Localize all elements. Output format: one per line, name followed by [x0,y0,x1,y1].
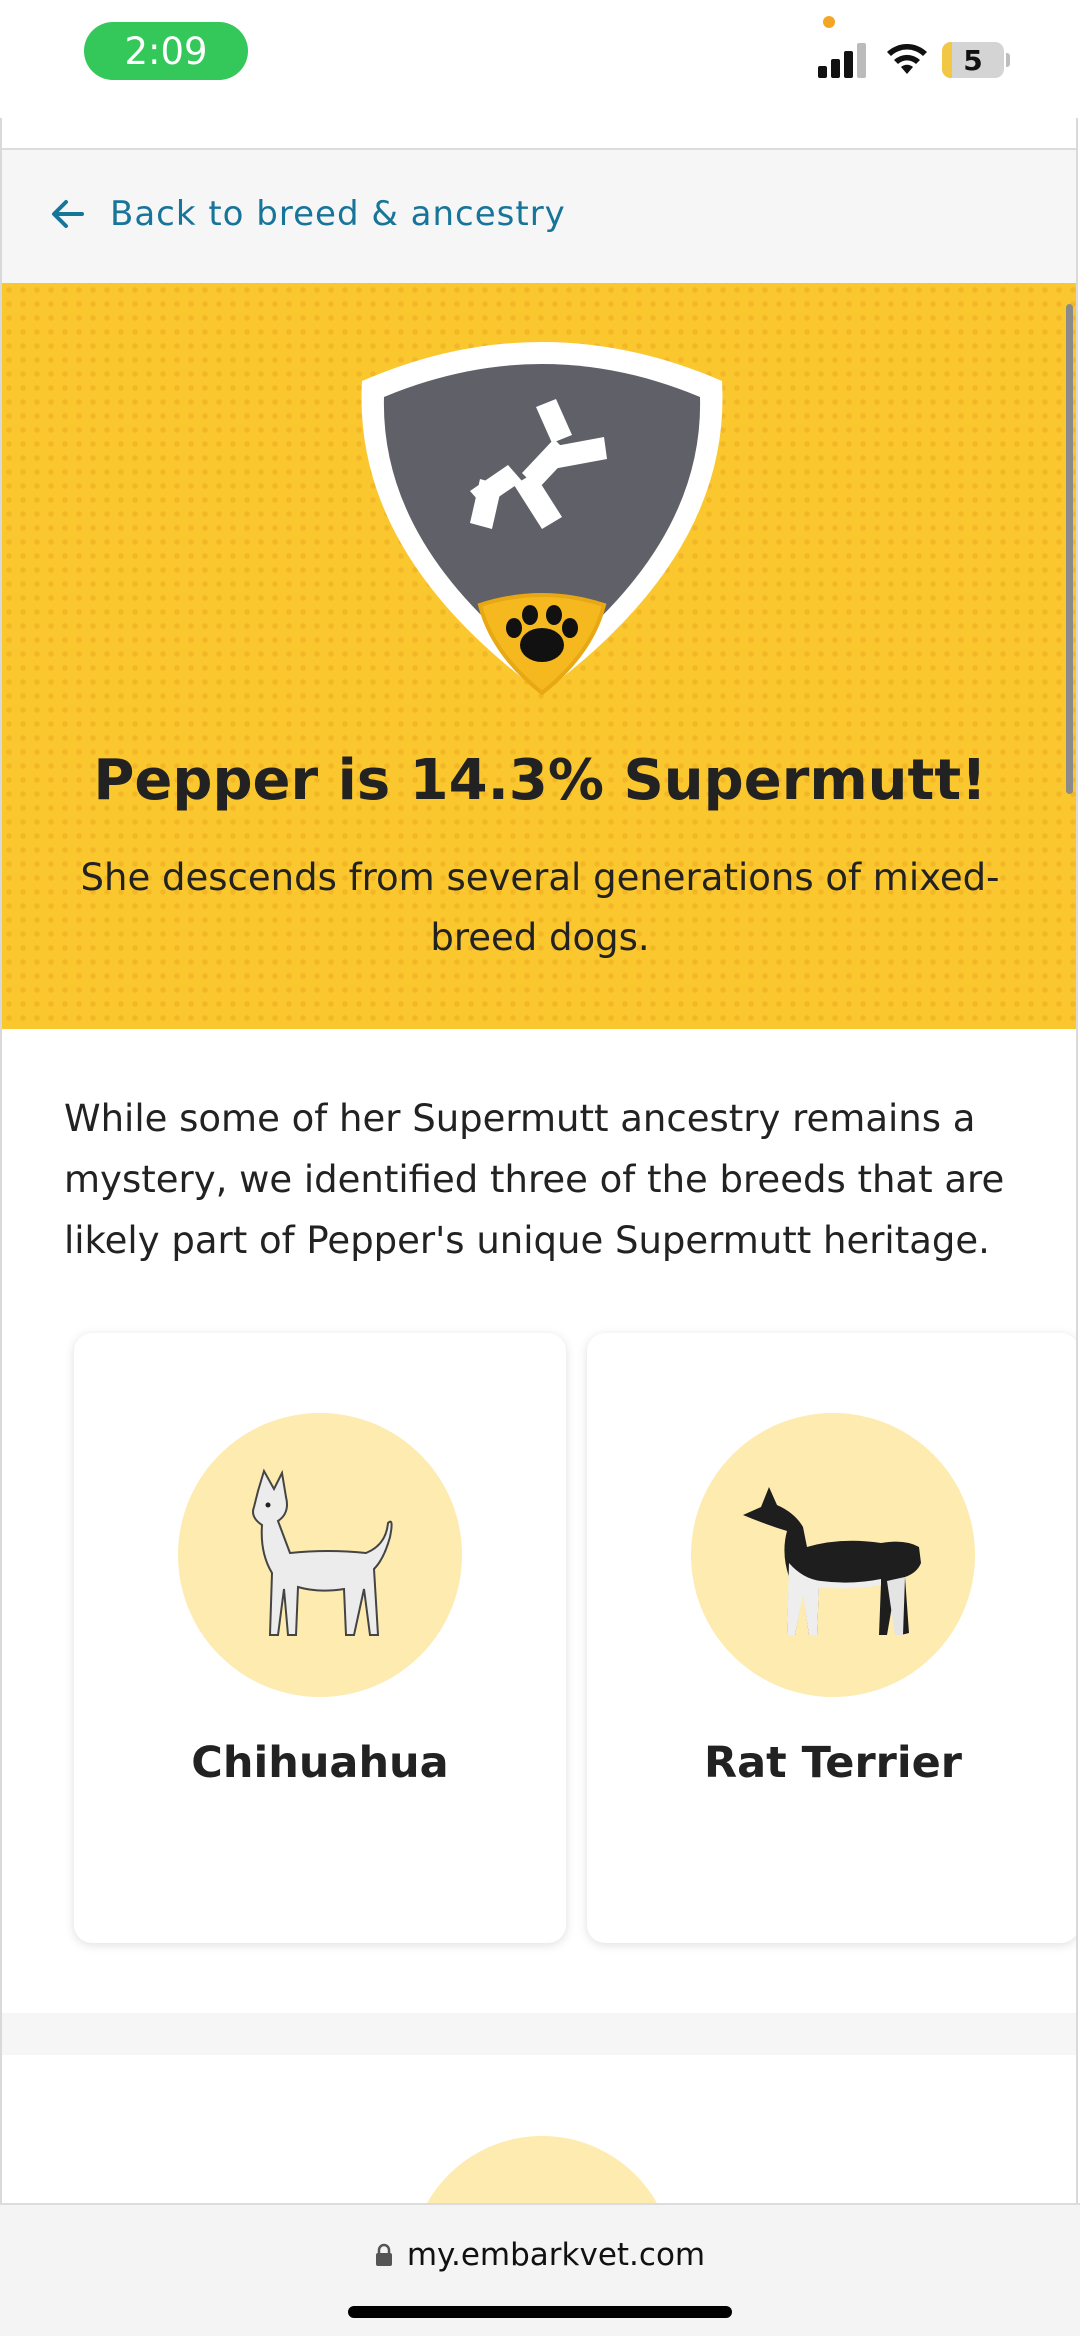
supermutt-subtitle: She descends from several generations of… [80,856,1000,959]
browser-address-bar[interactable]: my.embarkvet.com [0,2203,1080,2336]
home-indicator[interactable] [348,2306,732,2318]
back-link-label: Back to breed & ancestry [110,194,566,234]
next-breed-image-partial [410,2136,674,2203]
web-page: Back to breed & ancestry Pepper is 14.3%… [0,118,1078,2203]
battery-tip [1006,53,1010,67]
privacy-indicator-dot [823,16,835,28]
rat-terrier-illustration [743,1487,921,1635]
breed-name: Rat Terrier [704,1738,962,1788]
url-display[interactable]: my.embarkvet.com [0,2237,1080,2273]
breed-card-chihuahua[interactable]: Chihuahua [74,1333,566,1943]
section-divider [2,2013,1076,2055]
breed-name: Chihuahua [191,1738,449,1788]
time-pill[interactable]: 2:09 [84,22,248,80]
lock-icon [375,2243,392,2266]
breed-card-rat-terrier[interactable]: Rat Terrier [587,1333,1076,1943]
back-nav-bar: Back to breed & ancestry [2,148,1076,285]
supermutt-title: Pepper is 14.3% Supermutt! [93,748,987,813]
scrollbar[interactable] [1066,304,1073,794]
url-text: my.embarkvet.com [406,2237,706,2273]
status-time: 2:09 [124,29,208,73]
battery-icon: 5 [942,42,1004,78]
battery-level: 5 [963,43,983,77]
supermutt-hero: Pepper is 14.3% Supermutt! She descends … [2,283,1076,1029]
breed-image-chihuahua [178,1413,462,1697]
chihuahua-illustration [252,1468,393,1636]
breed-image-rat-terrier [691,1413,975,1697]
cellular-signal-icon [818,42,868,78]
supermutt-badge-icon [361,342,723,696]
intro-paragraph: While some of her Supermutt ancestry rem… [64,1097,1005,1262]
back-link[interactable]: Back to breed & ancestry [48,194,566,234]
status-bar: 2:09 5 [0,0,1080,118]
arrow-left-icon [52,200,84,228]
wifi-icon [887,44,927,74]
